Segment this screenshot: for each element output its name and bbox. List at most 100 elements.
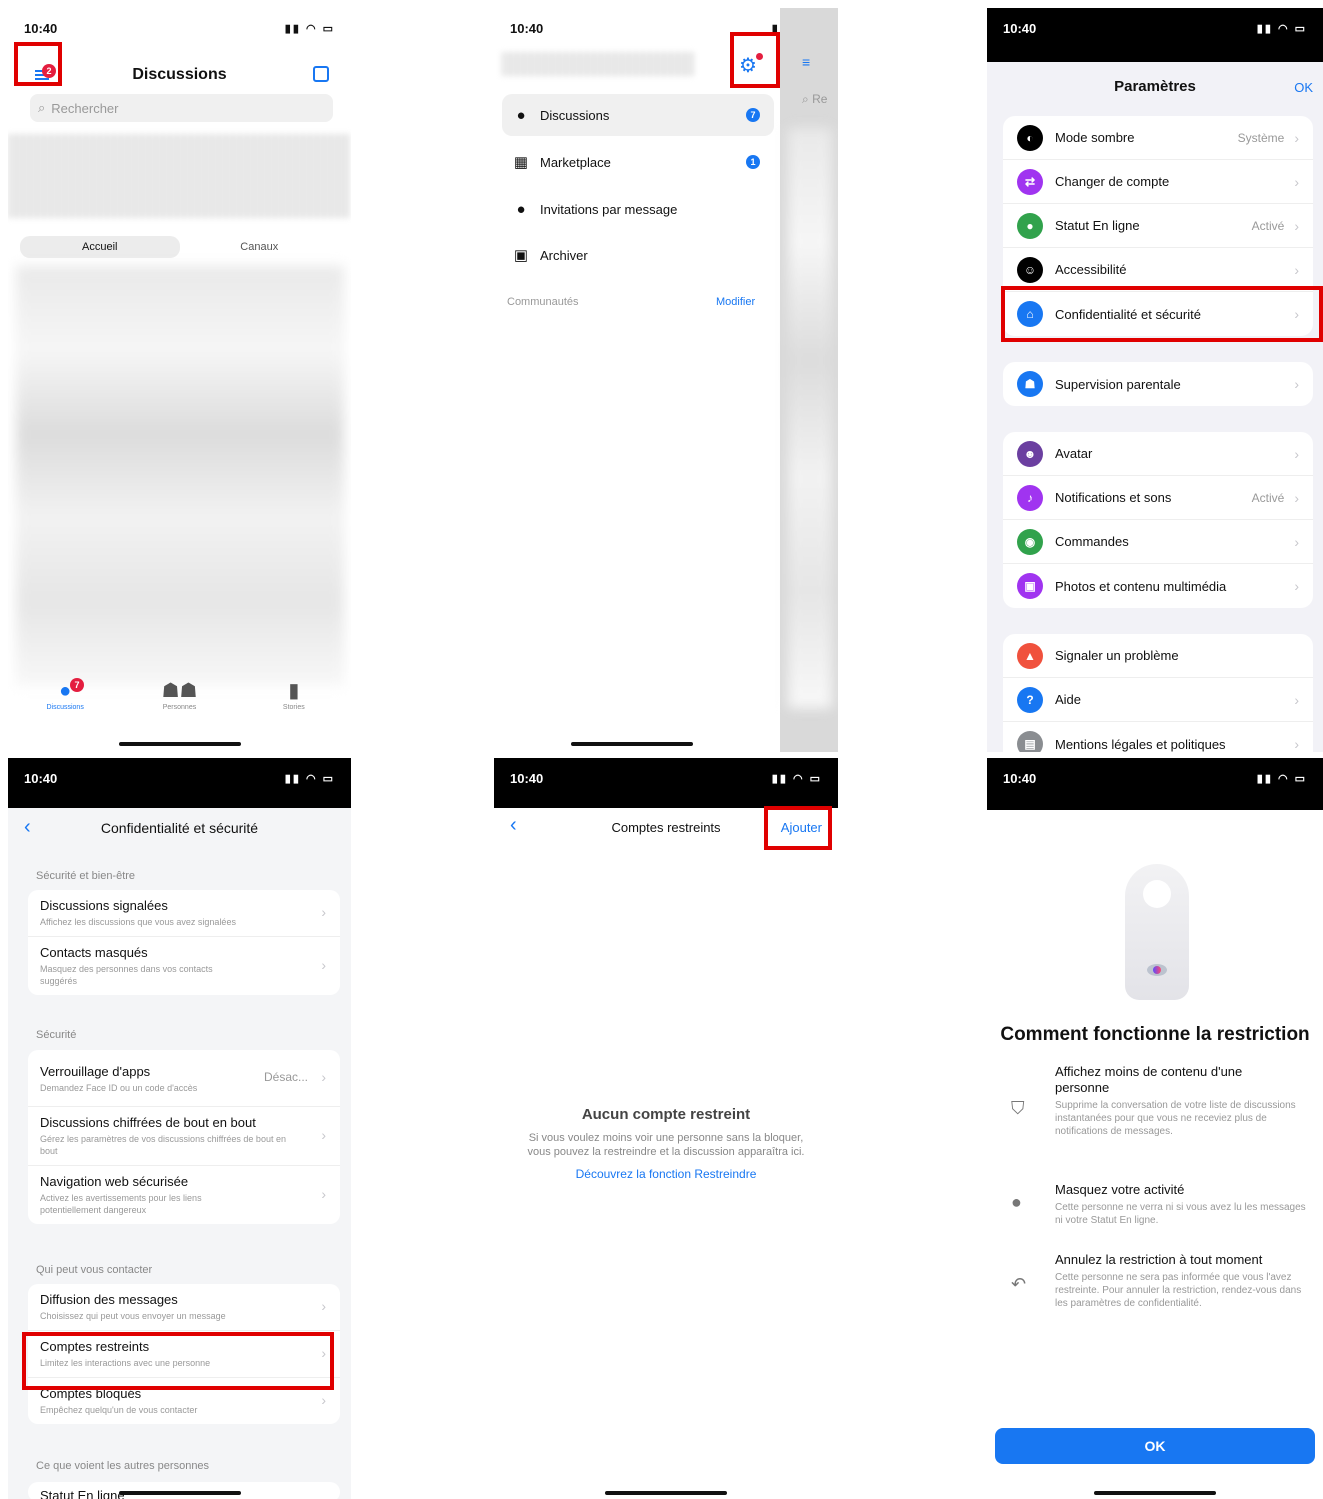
tab-stories[interactable]: ▮ Stories	[237, 678, 351, 728]
peek-menu-icon: ≡	[802, 54, 811, 70]
row-diffusion[interactable]: Diffusion des messages Choisissez qui peu…	[28, 1284, 340, 1331]
menu-item-marketplace[interactable]: ▦ Marketplace 1	[502, 141, 774, 183]
status-time: 10:40	[24, 770, 58, 786]
row-label: Avatar	[1055, 446, 1093, 461]
menu-item-badge: 7	[746, 108, 760, 122]
page-title: Confidentialité et sécurité	[100, 820, 259, 836]
row-value: Système	[1237, 130, 1285, 145]
row-value: Activé	[1251, 218, 1285, 233]
modify-link[interactable]: Modifier	[716, 296, 755, 308]
status-bar: 10:40 ▮▮ ◠ ▭	[494, 758, 838, 798]
row-subtitle: Choisissez qui peut vous envoyer un mess…	[40, 1311, 226, 1321]
peek-search: ⌕ Re	[802, 92, 828, 106]
status-icons: ▮▮ ◠ ▭	[284, 772, 335, 785]
home-indicator	[570, 742, 693, 746]
row-notifications[interactable]: ♪ Notifications et sons Activé ›	[1003, 476, 1313, 520]
row-value: Désac...	[263, 1070, 308, 1084]
row-photos[interactable]: ▣ Photos et contenu multimédia ›	[1003, 564, 1313, 608]
tab-label: Stories	[282, 704, 305, 711]
home-indicator	[1094, 1491, 1216, 1495]
tab-personnes[interactable]: ☗☗ Personnes	[122, 678, 236, 728]
feature-item: ↶ Annulez la restriction à tout moment C…	[997, 1252, 1307, 1310]
feature-title: Masquez votre activité	[1055, 1182, 1185, 1197]
tab-accueil[interactable]: Accueil	[20, 236, 180, 258]
chat-icon: ●	[516, 106, 526, 124]
stories-icon: ▮	[288, 680, 300, 702]
feature-body: Cette personne ne verra ni si vous avez …	[1055, 1202, 1306, 1226]
search-input[interactable]: ⌕ Rechercher	[30, 94, 333, 122]
row-label: Aide	[1055, 692, 1082, 707]
eye-pupil	[1153, 966, 1161, 974]
row-avatar[interactable]: ☻ Avatar ›	[1003, 432, 1313, 476]
blurred-profile-name	[502, 52, 694, 76]
chevron-right-icon: ›	[321, 904, 326, 920]
segment-control: Accueil Canaux	[20, 236, 339, 258]
status-icons: ▮▮ ◠ ▭	[1256, 22, 1307, 35]
chevron-right-icon: ›	[321, 1127, 326, 1143]
panel-settings: 10:40 ▮▮ ◠ ▭ Paramètres OK ◐ Mode sombre S…	[987, 8, 1323, 752]
switch-account-icon: ⇄	[1017, 168, 1043, 195]
learn-more-link[interactable]: Découvrez la fonction Restreindre	[524, 1167, 808, 1181]
tab-discussions[interactable]: ● 7 Discussions	[8, 678, 122, 728]
row-label: Accessibilité	[1055, 262, 1127, 277]
empty-state: Aucun compte restreint Si vous voulez mo…	[524, 1106, 808, 1181]
highlight-privacy	[1001, 286, 1323, 342]
menu-item-discussions[interactable]: ● Discussions 7	[502, 94, 774, 136]
settings-group-3: ☻ Avatar › ♪ Notifications et sons Activé › ◉…	[1003, 432, 1313, 608]
empty-title: Aucun compte restreint	[581, 1106, 751, 1123]
row-chiffrees[interactable]: Discussions chiffrées de bout en bout Gér…	[28, 1107, 340, 1166]
row-navigation-web[interactable]: Navigation web sécurisée Activez les aver…	[28, 1166, 340, 1224]
nav-bar: ‹ Confidentialité et sécurité	[8, 810, 351, 846]
row-contacts-masques[interactable]: Contacts masqués Masquez des personnes da…	[28, 937, 340, 995]
row-signaler[interactable]: ▲ Signaler un problème	[1003, 634, 1313, 678]
highlight-restricted	[22, 1332, 334, 1390]
page-title: Paramètres	[1114, 78, 1196, 95]
menu-item-badge: 1	[746, 155, 760, 169]
menu-item-label: Archiver	[540, 247, 588, 263]
row-changer-compte[interactable]: ⇄ Changer de compte ›	[1003, 160, 1313, 204]
row-label: Statut En ligne	[1055, 218, 1140, 233]
peek-blur	[788, 128, 832, 708]
row-subtitle: Empêchez quelqu'un de vous contacter	[40, 1405, 198, 1415]
ok-button[interactable]: OK	[1294, 80, 1313, 95]
status-icons: ▮▮ ◠ ▭	[771, 772, 822, 785]
chevron-right-icon: ›	[1294, 691, 1299, 708]
status-time: 10:40	[510, 20, 544, 36]
tab-canaux[interactable]: Canaux	[180, 236, 340, 258]
card-wellbeing: Discussions signalées Affichez les discus…	[28, 890, 340, 995]
help-icon: ?	[1017, 686, 1043, 713]
chevron-right-icon: ›	[321, 1298, 326, 1314]
ok-button[interactable]: OK	[995, 1428, 1315, 1464]
chevron-right-icon: ›	[1294, 217, 1299, 234]
chevron-right-icon: ›	[1294, 261, 1299, 278]
row-mentions[interactable]: ▤ Mentions légales et politiques ›	[1003, 722, 1313, 752]
compose-icon[interactable]	[313, 66, 329, 82]
row-commandes[interactable]: ◉ Commandes ›	[1003, 520, 1313, 564]
chevron-right-icon: ›	[321, 1186, 326, 1202]
menu-item-invitations[interactable]: ● Invitations par message	[502, 188, 774, 230]
row-subtitle: Affichez les discussions que vous avez s…	[40, 917, 236, 927]
family-icon: ☗	[1017, 371, 1043, 397]
row-title: Discussions chiffrées de bout en bout	[40, 1115, 256, 1130]
panel-privacy: 10:40 ▮▮ ◠ ▭ ‹ Confidentialité et sécuri…	[8, 758, 351, 1499]
panel-discussions: 10:40 ▮▮ ◠ ▭ 2 Discussions ⌕ Rechercher …	[8, 8, 351, 752]
blurred-conversations	[16, 266, 344, 686]
search-icon: ⌕	[38, 100, 46, 115]
row-verrouillage[interactable]: Verrouillage d'apps Demandez Face ID ou u…	[28, 1050, 340, 1107]
feature-item: ● Masquez votre activité Cette personne …	[997, 1182, 1307, 1227]
row-statut[interactable]: ● Statut En ligne Activé ›	[1003, 204, 1313, 248]
chevron-right-icon: ›	[1294, 533, 1299, 550]
row-label: Photos et contenu multimédia	[1055, 578, 1227, 594]
tab-label: Discussions	[46, 704, 84, 711]
row-label: Commandes	[1055, 534, 1129, 549]
highlight-add	[764, 806, 832, 850]
chevron-right-icon: ›	[321, 1392, 326, 1408]
row-supervision[interactable]: ☗ Supervision parentale ›	[1003, 362, 1313, 406]
row-title: Discussions signalées	[40, 898, 168, 913]
row-aide[interactable]: ? Aide ›	[1003, 678, 1313, 722]
warning-icon: ▲	[1017, 642, 1043, 669]
row-title: Contacts masqués	[40, 945, 148, 960]
row-discussions-signalees[interactable]: Discussions signalées Affichez les discus…	[28, 890, 340, 937]
row-mode-sombre[interactable]: ◐ Mode sombre Système ›	[1003, 116, 1313, 160]
menu-item-archiver[interactable]: ▣ Archiver	[502, 234, 774, 276]
